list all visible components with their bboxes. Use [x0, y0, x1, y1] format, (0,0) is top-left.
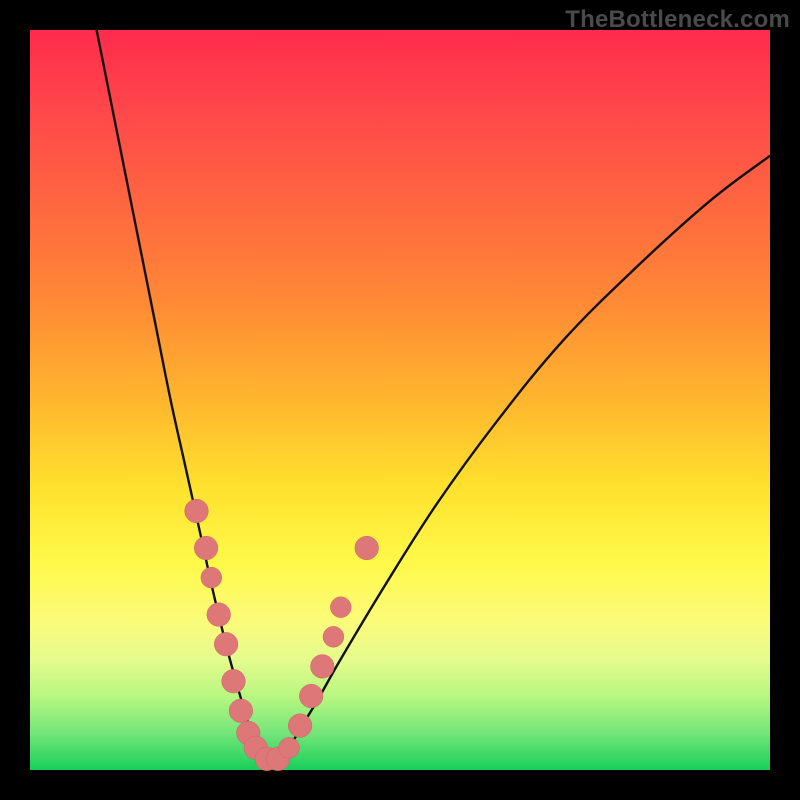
marker-dot	[214, 632, 238, 656]
bottleneck-curve-path	[97, 30, 770, 761]
chart-frame: TheBottleneck.com	[0, 0, 800, 800]
marker-dot	[323, 626, 344, 647]
marker-dot	[299, 684, 323, 708]
curve-markers	[185, 499, 379, 771]
plot-area	[30, 30, 770, 770]
watermark-text: TheBottleneck.com	[565, 6, 790, 34]
marker-dot	[194, 536, 218, 560]
marker-dot	[222, 669, 246, 693]
marker-dot	[330, 597, 351, 618]
marker-dot	[311, 655, 335, 679]
marker-dot	[355, 536, 379, 560]
marker-dot	[185, 499, 209, 523]
bottleneck-curve-svg	[30, 30, 770, 770]
marker-dot	[279, 737, 300, 758]
marker-dot	[229, 699, 253, 723]
marker-dot	[201, 567, 222, 588]
marker-dot	[288, 714, 312, 738]
marker-dot	[207, 603, 231, 627]
